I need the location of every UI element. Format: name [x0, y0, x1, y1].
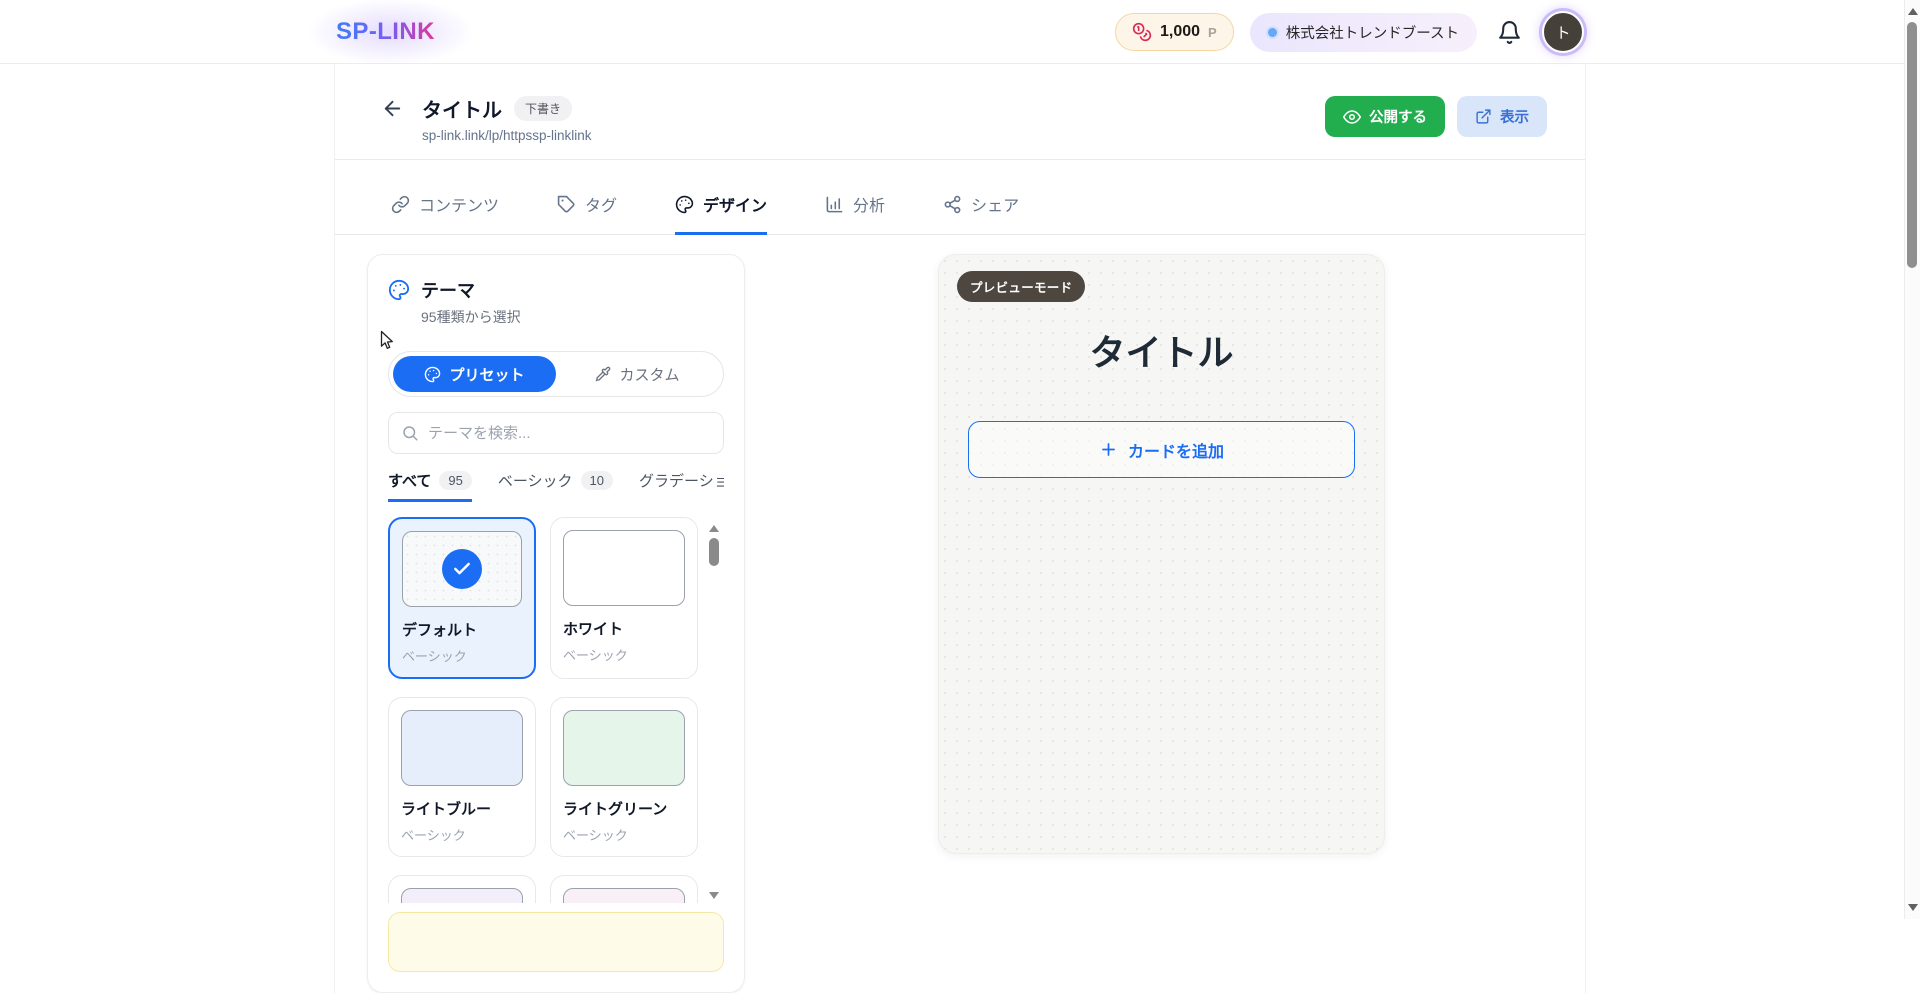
theme-swatch — [401, 710, 523, 786]
add-card-button[interactable]: カードを追加 — [968, 421, 1355, 478]
scroll-up-arrow[interactable] — [1908, 8, 1918, 15]
theme-card-lightgreen[interactable]: ライトグリーン ベーシック — [550, 697, 698, 857]
back-button[interactable] — [381, 97, 404, 120]
tab-contents[interactable]: コンテンツ — [391, 192, 499, 235]
plus-icon — [1099, 440, 1118, 459]
external-link-icon — [1475, 108, 1492, 125]
tab-design[interactable]: デザイン — [675, 192, 767, 235]
selected-check-icon — [442, 549, 482, 589]
palette-icon — [388, 279, 410, 301]
share-icon — [943, 195, 962, 214]
theme-card[interactable] — [550, 875, 698, 903]
search-icon — [401, 424, 419, 442]
tab-tags[interactable]: タグ — [557, 192, 617, 235]
page-body: タイトル 下書き sp-link.link/lp/httpssp-linklin… — [0, 64, 1920, 993]
theme-panel-subtitle: 95種類から選択 — [421, 307, 521, 327]
notice-box — [388, 912, 724, 972]
theme-swatch — [563, 710, 685, 786]
palette-icon — [675, 195, 694, 214]
theme-swatch — [402, 531, 522, 607]
status-badge: 下書き — [514, 96, 572, 121]
page-scrollbar — [1904, 0, 1920, 919]
tab-analytics[interactable]: 分析 — [825, 192, 885, 235]
theme-search-input[interactable] — [428, 425, 711, 442]
points-value: 1,000 — [1160, 23, 1200, 41]
theme-swatch — [563, 530, 685, 606]
bar-chart-icon — [825, 195, 844, 214]
view-button[interactable]: 表示 — [1457, 96, 1547, 137]
preview-title: タイトル — [957, 324, 1366, 376]
company-status-dot — [1268, 28, 1277, 37]
theme-swatch — [563, 888, 685, 903]
top-navbar: SP-LINK 1,000 P 株式会社トレンドブースト — [0, 0, 1920, 64]
theme-panel-title: テーマ — [421, 277, 521, 303]
coins-icon — [1132, 22, 1152, 42]
notifications-button[interactable] — [1493, 16, 1526, 49]
eyedropper-icon — [595, 366, 611, 382]
filter-tab-basic[interactable]: ベーシック 10 — [498, 470, 613, 502]
preset-toggle[interactable]: プリセット — [393, 356, 556, 392]
eye-icon — [1343, 108, 1361, 126]
theme-mode-toggle: プリセット カスタム — [388, 351, 724, 397]
page-url: sp-link.link/lp/httpssp-linklink — [422, 128, 592, 143]
custom-toggle[interactable]: カスタム — [556, 356, 719, 392]
app-logo[interactable]: SP-LINK — [336, 18, 435, 46]
theme-panel: テーマ 95種類から選択 プリセット カスタム — [367, 254, 745, 993]
filter-tab-all[interactable]: すべて 95 — [388, 470, 472, 502]
scrollbar-thumb[interactable] — [709, 538, 719, 566]
theme-card[interactable] — [388, 875, 536, 903]
theme-card-default[interactable]: デフォルト ベーシック — [388, 517, 536, 679]
filter-tab-gradation[interactable]: グラデーション — [639, 470, 724, 502]
page-title: タイトル — [422, 94, 502, 123]
preview-panel: プレビューモード タイトル カードを追加 — [938, 254, 1385, 854]
theme-card-white[interactable]: ホワイト ベーシック — [550, 517, 698, 679]
user-avatar[interactable]: ト — [1542, 11, 1584, 53]
theme-list-scrollbar — [708, 517, 720, 903]
scroll-up-arrow[interactable] — [709, 525, 719, 532]
theme-card-lightblue[interactable]: ライトブルー ベーシック — [388, 697, 536, 857]
theme-search — [388, 412, 724, 454]
page-header: タイトル 下書き sp-link.link/lp/httpssp-linklin… — [335, 64, 1585, 160]
scrollbar-thumb[interactable] — [1907, 22, 1917, 268]
tab-share[interactable]: シェア — [943, 192, 1019, 235]
points-badge[interactable]: 1,000 P — [1115, 13, 1234, 51]
arrow-left-icon — [381, 97, 404, 120]
theme-panel-header: テーマ 95種類から選択 — [388, 277, 724, 327]
bell-icon — [1497, 20, 1522, 45]
app-logo-text: SP-LINK — [336, 18, 435, 45]
scroll-down-arrow[interactable] — [709, 892, 719, 899]
theme-filter-tabs: すべて 95 ベーシック 10 グラデーション — [388, 470, 724, 502]
main-tabs: コンテンツ タグ デザイン 分析 シェア — [335, 160, 1585, 235]
company-selector[interactable]: 株式会社トレンドブースト — [1250, 13, 1477, 52]
link-icon — [391, 195, 410, 214]
palette-icon — [424, 366, 441, 383]
publish-button[interactable]: 公開する — [1325, 96, 1445, 137]
filter-count-badge: 10 — [581, 471, 613, 490]
theme-swatch — [401, 888, 523, 903]
company-name: 株式会社トレンドブースト — [1286, 22, 1459, 43]
points-unit: P — [1208, 25, 1217, 40]
filter-count-badge: 95 — [439, 471, 471, 490]
theme-list: デフォルト ベーシック ホワイト ベーシック ライトブルー ベーシック — [388, 517, 724, 903]
avatar-initial: ト — [1555, 22, 1570, 43]
mouse-cursor — [376, 329, 396, 351]
scroll-down-arrow[interactable] — [1908, 904, 1918, 911]
tag-icon — [557, 195, 576, 214]
preview-mode-badge: プレビューモード — [957, 271, 1085, 302]
